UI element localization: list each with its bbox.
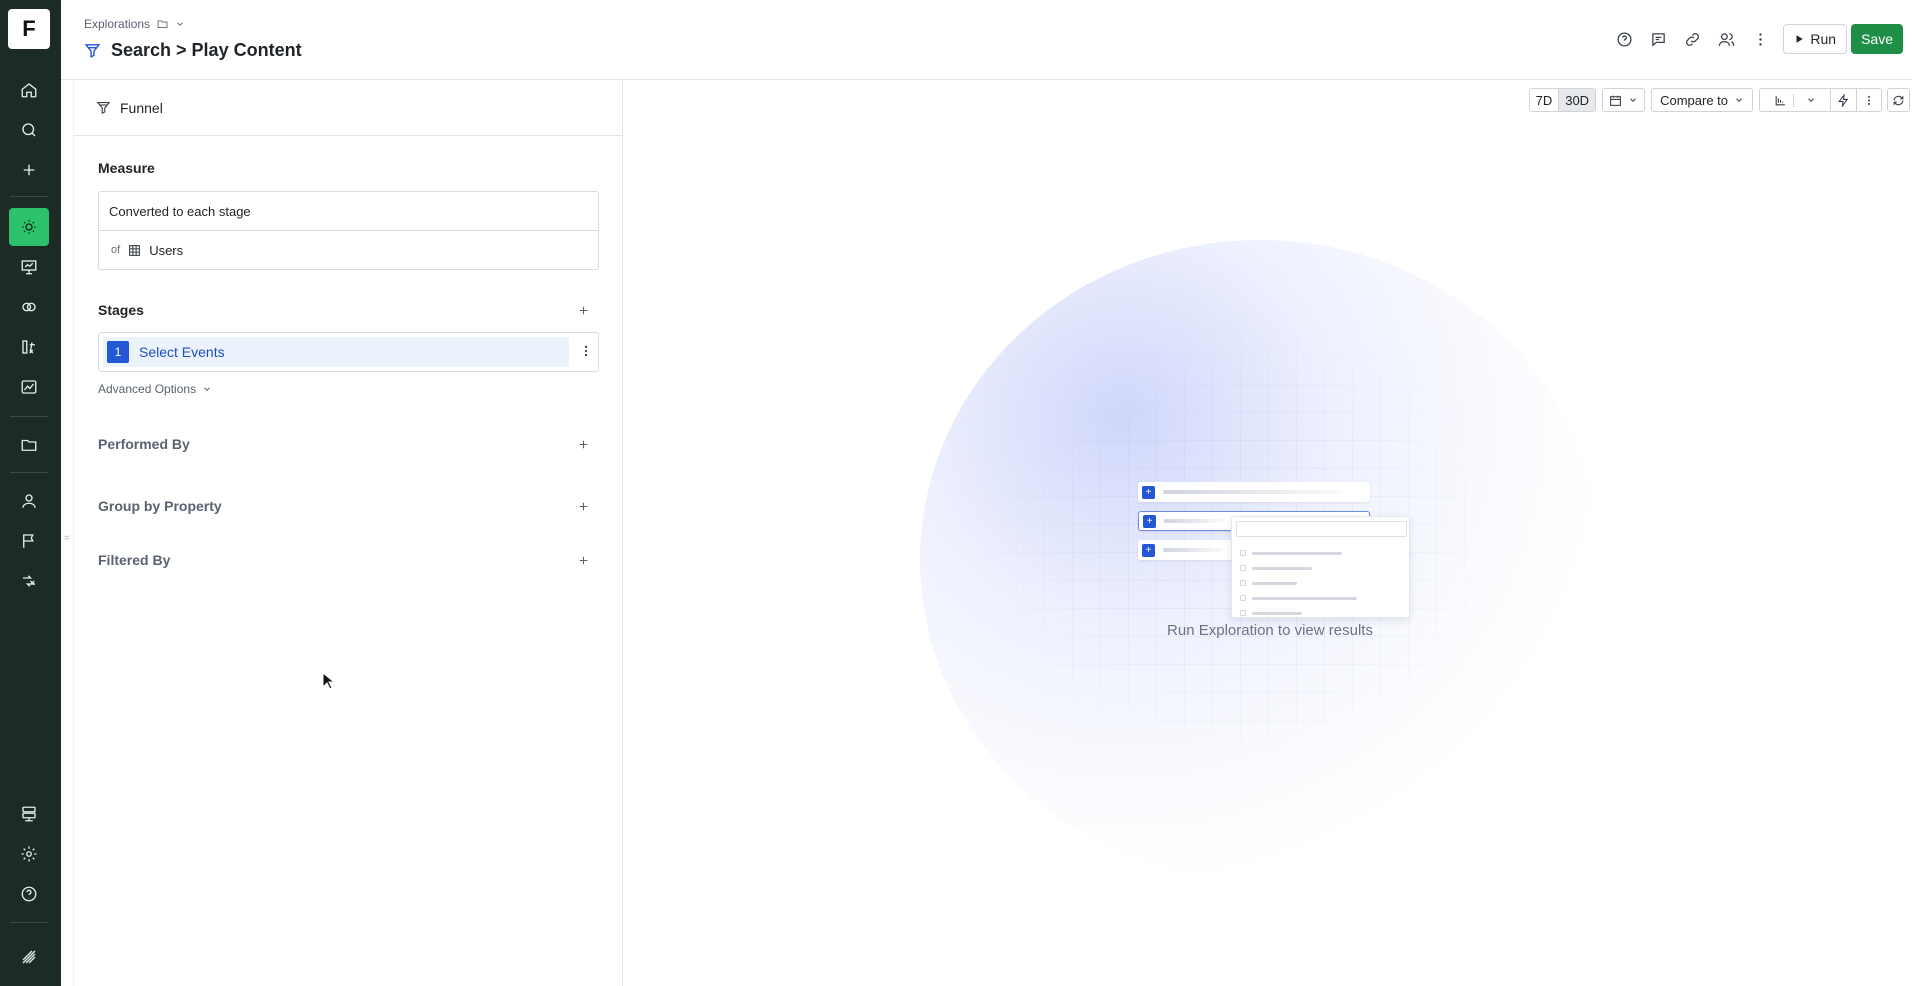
formula-icon[interactable] [9,328,49,366]
rail-divider [10,472,48,473]
of-label: of [111,244,121,256]
plus-icon: + [1143,514,1156,528]
refresh-icon [1892,94,1905,107]
brand-icon[interactable] [9,938,49,976]
page-title[interactable]: Search > Play Content [111,40,302,61]
rail-divider [10,196,48,197]
date-range-toggle: 7D 30D [1528,88,1597,112]
more-vertical-icon[interactable] [1743,24,1777,54]
group-by-label: Group by Property [98,498,222,514]
experiment-icon[interactable] [9,562,49,600]
measure-entity-select[interactable]: of Users [99,231,598,269]
advanced-options-toggle[interactable]: Advanced Options [98,382,212,396]
run-button-label: Run [1810,31,1837,47]
database-icon[interactable] [9,795,49,833]
chart-toolbar: 7D 30D Compare to [1528,88,1912,112]
mouse-cursor-icon [322,672,334,690]
filtered-by-label: Filtered By [98,552,171,568]
app-logo[interactable]: F [8,9,50,49]
add-group-by-icon[interactable] [574,497,592,515]
search-icon[interactable] [9,111,49,149]
lightbulb-icon[interactable] [9,208,49,246]
stage-label: Select Events [139,344,225,360]
calendar-icon [1609,94,1622,107]
chevron-down-icon [1800,95,1822,105]
empty-state-message: Run Exploration to view results [1167,622,1373,639]
tab-funnel-label: Funnel [120,99,163,116]
plus-icon: + [1142,543,1155,557]
page-header: Explorations Search > Play Content Run S… [61,0,1912,80]
measure-box: Converted to each stage of Users [98,191,599,270]
chart-type-icon [1768,93,1794,107]
chart-options-group [1759,88,1882,112]
insights-button[interactable] [1831,89,1857,111]
save-button[interactable]: Save [1851,24,1903,54]
folder-icon[interactable] [9,426,49,464]
stage-event-select[interactable]: 1 Select Events [103,337,569,367]
share-users-icon[interactable] [1709,24,1743,54]
performed-by-label: Performed By [98,436,190,452]
play-icon [1794,34,1804,44]
run-button[interactable]: Run [1783,24,1848,54]
tab-funnel[interactable]: Funnel [74,80,623,136]
measure-label: Measure [98,160,155,176]
add-filter-icon[interactable] [574,551,592,569]
gear-icon[interactable] [9,835,49,873]
range-30d-button[interactable]: 30D [1559,89,1596,111]
breadcrumb-label[interactable]: Explorations [84,17,150,31]
help-icon[interactable] [9,875,49,913]
plus-icon[interactable] [9,151,49,189]
measure-entity: Users [149,242,184,258]
query-builder-panel: Funnel Measure Converted to each stage o… [73,80,623,986]
compare-to-label: Compare to [1660,92,1728,108]
illustration-popover [1231,516,1410,618]
empty-state-illustration: + + + [1138,480,1410,620]
plus-icon: + [1142,485,1155,499]
table-icon [128,244,141,257]
presentation-icon[interactable] [9,248,49,286]
chevron-down-icon [1734,95,1744,105]
measure-select[interactable]: Converted to each stage [99,192,598,231]
rail-divider [10,416,48,417]
add-stage-icon[interactable] [574,301,592,319]
illustration-row: + [1138,482,1370,502]
left-nav-rail: F [0,0,61,986]
stage-number-badge: 1 [107,341,129,363]
link-icon[interactable] [1675,24,1709,54]
advanced-options-label: Advanced Options [98,382,197,396]
chevron-down-icon [202,384,212,394]
chart-icon[interactable] [9,368,49,406]
comment-icon[interactable] [1641,24,1675,54]
more-vertical-icon[interactable] [579,343,593,359]
add-performed-by-icon[interactable] [574,435,592,453]
breadcrumb[interactable]: Explorations [84,17,185,31]
measure-value: Converted to each stage [109,203,251,219]
help-icon[interactable] [1607,24,1641,54]
refresh-button[interactable] [1887,88,1910,112]
funnel-icon [96,100,111,115]
rail-divider [10,922,48,923]
user-icon[interactable] [9,482,49,520]
link-rings-icon[interactable] [9,288,49,326]
home-icon[interactable] [9,71,49,109]
illustration-search [1236,521,1407,537]
stages-label: Stages [98,302,144,318]
panel-resize-handle[interactable]: = [64,533,70,544]
chevron-down-icon[interactable] [175,19,185,29]
flag-icon[interactable] [9,522,49,560]
more-vertical-icon[interactable] [1857,89,1881,111]
date-picker-button[interactable] [1602,88,1646,112]
funnel-icon [84,42,101,59]
compare-to-dropdown[interactable]: Compare to [1651,88,1753,112]
chart-type-dropdown[interactable] [1760,89,1831,111]
chevron-down-icon [1628,95,1638,105]
stage-row: 1 Select Events [98,332,599,372]
folder-icon[interactable] [156,18,169,30]
range-7d-button[interactable]: 7D [1530,89,1560,111]
